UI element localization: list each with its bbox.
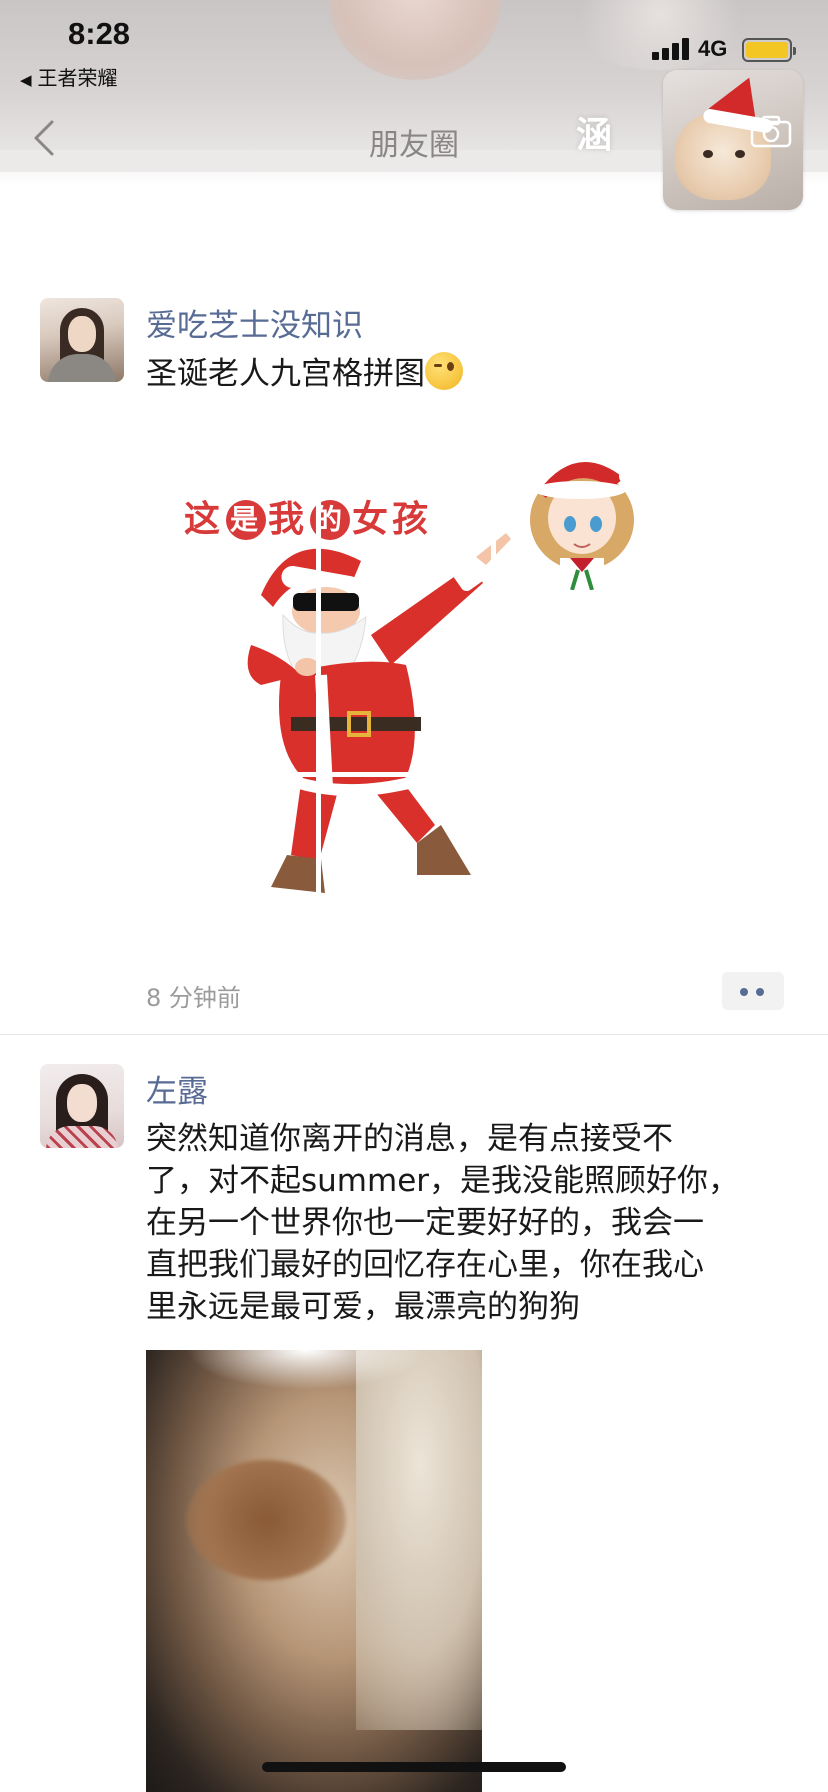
post-text: 突然知道你离开的消息，是有点接受不 了，对不起summer，是我没能照顾好你， … xyxy=(146,1118,786,1328)
post-text-line: 直把我们最好的回忆存在心里，你在我心 xyxy=(146,1247,704,1283)
status-time: 8:28 xyxy=(68,16,131,51)
cover-blur-shape xyxy=(330,0,500,80)
back-to-app-link[interactable]: ◀ 王者荣耀 xyxy=(20,62,118,91)
battery-level xyxy=(746,42,788,58)
post-text-line: 在另一个世界你也一定要好好的，我会一 xyxy=(146,1205,704,1241)
post-time: 8 分钟前 xyxy=(146,984,241,1012)
back-app-label: 王者荣耀 xyxy=(37,66,118,90)
post-text-line: 里永远是最可爱，最漂亮的狗狗 xyxy=(146,1289,580,1325)
back-triangle-icon: ◀ xyxy=(20,71,32,89)
wink-emoji-icon xyxy=(425,352,463,390)
post-image-grid[interactable]: 这是我的女孩 xyxy=(146,430,666,950)
post-photo[interactable] xyxy=(146,1350,482,1792)
author-avatar[interactable] xyxy=(40,1064,124,1148)
post-divider xyxy=(0,1034,828,1035)
post-text: 圣诞老人九宫格拼图 xyxy=(146,352,786,395)
slogan-char: 这 xyxy=(184,499,225,540)
camera-icon[interactable] xyxy=(749,114,793,148)
author-name[interactable]: 左露 xyxy=(146,1066,208,1111)
post-text-content: 圣诞老人九宫格拼图 xyxy=(146,356,425,392)
post-text-line: 突然知道你离开的消息，是有点接受不 xyxy=(146,1121,673,1157)
post-text-line: 了，对不起summer，是我没能照顾好你， xyxy=(146,1163,740,1199)
more-dots-icon[interactable] xyxy=(722,972,784,1010)
cellular-signal-icon xyxy=(652,38,692,60)
my-avatar[interactable] xyxy=(663,70,803,210)
cover-owner-name: 涵 xyxy=(576,115,613,156)
home-indicator[interactable] xyxy=(262,1762,566,1772)
network-type: 4G xyxy=(698,36,728,61)
battery-icon xyxy=(742,38,796,62)
author-name[interactable]: 爱吃芝士没知识 xyxy=(146,300,363,345)
author-avatar[interactable] xyxy=(40,298,124,382)
